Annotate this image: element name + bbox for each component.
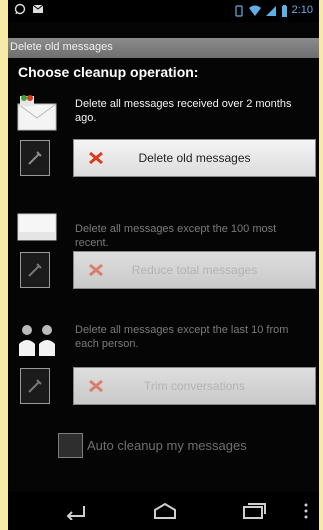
reduce-total-messages-button[interactable]: Reduce total messages: [73, 251, 316, 289]
trim-conversations-label: Trim conversations: [144, 379, 245, 393]
delete-old-messages-label: Delete old messages: [138, 151, 251, 165]
phone-screen: 2:10 Delete old messages Choose cleanup …: [8, 0, 319, 530]
calendar-envelope-icon: [17, 95, 57, 131]
whatsapp-icon: [14, 3, 26, 15]
message-icon: [32, 4, 44, 13]
reduce-total-messages-label: Reduce total messages: [131, 263, 258, 277]
delete-old-messages-button[interactable]: Delete old messages: [73, 139, 316, 177]
status-bar: 2:10: [8, 0, 319, 22]
option-description-old: Delete all messages received over 2 mont…: [75, 98, 292, 124]
recents-icon[interactable]: [240, 502, 268, 520]
vibrate-icon: [234, 4, 243, 17]
option-icon-picker-reduce[interactable]: [20, 252, 50, 288]
envelope-stack-icon: [17, 213, 57, 241]
title-bar: Delete old messages: [8, 38, 319, 58]
option-icon-picker-trim[interactable]: [20, 368, 50, 404]
signal-icon: [265, 5, 276, 16]
section-heading: Choose cleanup operation:: [18, 64, 199, 80]
battery-icon: [281, 4, 287, 17]
auto-cleanup-label: Auto cleanup my messages: [87, 438, 247, 453]
trim-conversations-button[interactable]: Trim conversations: [73, 367, 316, 405]
home-icon[interactable]: [151, 502, 179, 520]
option-description-trim: Delete all messages except the last 10 f…: [75, 324, 289, 350]
navigation-bar: [8, 492, 319, 530]
broom-icon: [28, 263, 42, 277]
option-description-reduce: Delete all messages except the 100 most …: [75, 223, 277, 249]
broom-icon: [28, 151, 42, 165]
auto-cleanup-row[interactable]: Auto cleanup my messages: [58, 433, 247, 458]
wifi-icon: [248, 5, 261, 16]
delete-x-icon: [89, 263, 103, 277]
auto-cleanup-checkbox[interactable]: [58, 433, 83, 458]
delete-x-icon: [89, 379, 103, 393]
menu-icon[interactable]: [303, 502, 309, 520]
clock: 2:10: [291, 4, 313, 16]
people-icon: [19, 325, 55, 356]
screen-title: Delete old messages: [10, 41, 113, 53]
back-icon[interactable]: [62, 502, 90, 520]
option-icon-picker-old[interactable]: [20, 140, 50, 176]
broom-icon: [28, 379, 42, 393]
delete-x-icon: [89, 151, 103, 165]
